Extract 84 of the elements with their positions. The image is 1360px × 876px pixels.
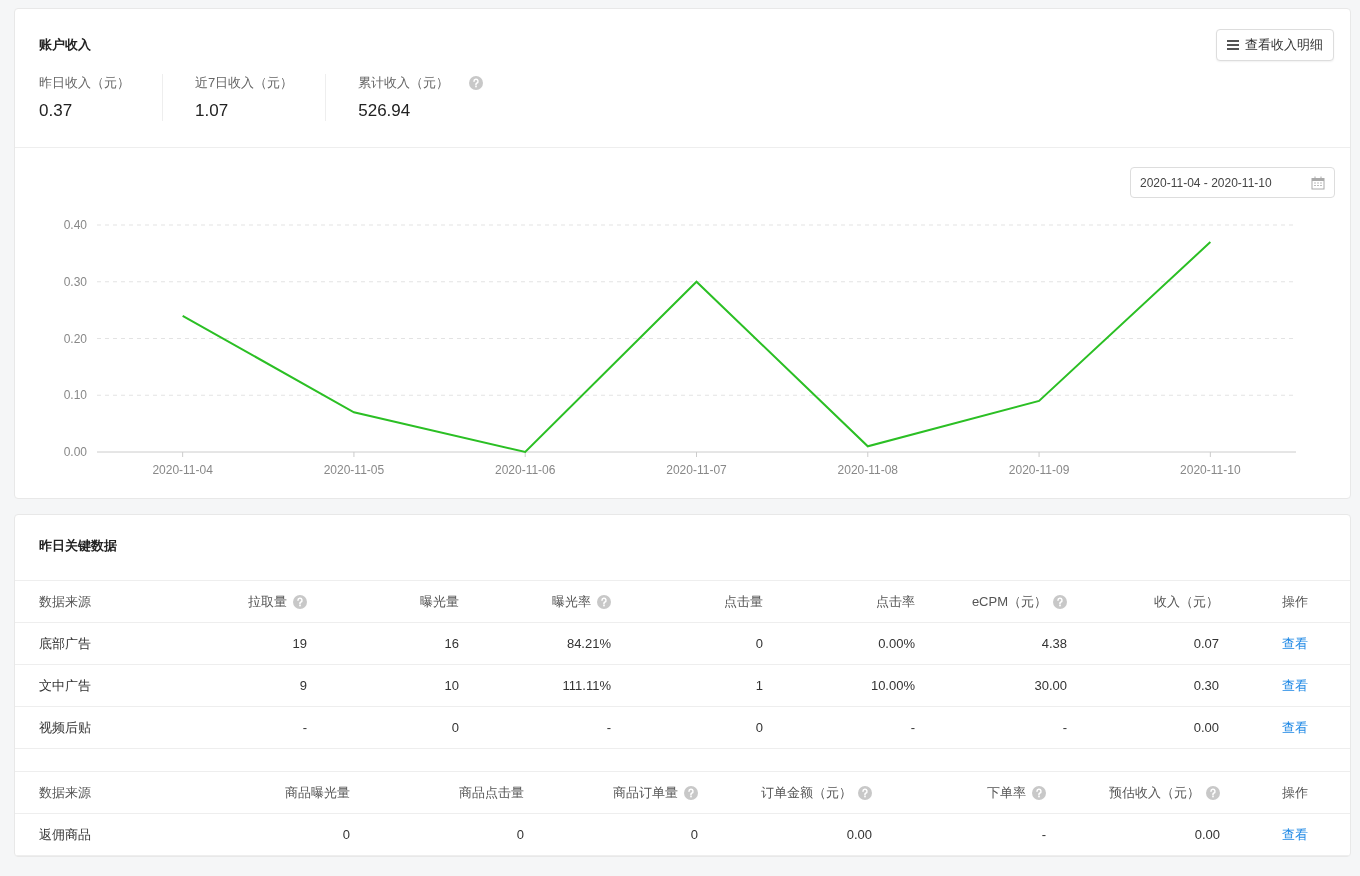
table-cell: 0 [342, 827, 350, 842]
table-cell: 0 [516, 827, 524, 842]
table-cell: - [302, 720, 307, 735]
view-link[interactable]: 查看 [1282, 825, 1308, 844]
table-cell: 30.00 [1034, 678, 1067, 693]
table-cell: 84.21% [566, 636, 611, 651]
column-header: 曝光量 [420, 592, 459, 611]
table-cell: 视频后贴 [39, 718, 91, 737]
help-icon[interactable] [858, 785, 872, 800]
table-cell: 底部广告 [39, 634, 91, 653]
table-cell: 0 [755, 636, 763, 651]
table-cell: 0.00 [846, 827, 872, 842]
x-axis-label: 2020-11-06 [494, 463, 556, 477]
column-header: 收入（元） [1154, 592, 1219, 611]
income-detail-button[interactable]: 查看收入明细 [1216, 29, 1334, 61]
column-header: 数据来源 [39, 592, 91, 611]
table-cell: 0.00% [878, 636, 915, 651]
column-header: 商品订单量 [613, 783, 678, 802]
column-header: 订单金额（元） [761, 783, 852, 802]
y-axis-label: 0.20 [63, 331, 87, 346]
column-header: 点击量 [724, 592, 763, 611]
y-axis-label: 0.10 [63, 388, 87, 403]
column-header: 下单率 [987, 783, 1026, 802]
table-cell: 0.30 [1193, 678, 1219, 693]
table-cell: 10.00% [870, 678, 915, 693]
column-header: 商品点击量 [459, 783, 524, 802]
card-title: 账户收入 [39, 36, 91, 54]
table-cell: 19 [292, 636, 307, 651]
x-axis-label: 2020-11-04 [152, 463, 213, 477]
table-cell: 9 [299, 678, 307, 693]
calendar-icon [1311, 175, 1325, 190]
stat-value: 0.37 [39, 101, 74, 121]
table-cell: 16 [444, 636, 459, 651]
y-axis-label: 0.00 [63, 445, 87, 459]
help-icon[interactable] [293, 594, 307, 609]
table-cell: 1 [755, 678, 763, 693]
table-cell: 0.07 [1193, 636, 1219, 651]
view-link[interactable]: 查看 [1281, 634, 1308, 653]
table-cell: 111.11% [562, 678, 611, 693]
table-cell: 0.00 [1193, 720, 1219, 735]
x-axis-label: 2020-11-09 [1008, 463, 1070, 477]
column-header: 操作 [1281, 592, 1308, 611]
table-cell: 0 [755, 720, 763, 735]
x-axis-label: 2020-11-07 [666, 463, 727, 477]
column-header: 商品曝光量 [285, 783, 350, 802]
column-header: 数据来源 [39, 783, 91, 802]
help-icon[interactable] [684, 785, 698, 800]
table-cell: 0.00 [1194, 827, 1220, 842]
table-cell: 返佣商品 [39, 825, 91, 844]
stat-label: 累计收入（元） [358, 74, 450, 92]
stat-value: 1.07 [195, 101, 230, 121]
stat-value: 526.94 [358, 101, 412, 121]
column-header: 拉取量 [248, 592, 287, 611]
menu-icon [1227, 40, 1239, 50]
table-cell: 0 [451, 720, 459, 735]
y-axis-label: 0.30 [63, 274, 87, 289]
help-icon[interactable] [469, 76, 484, 90]
x-axis-label: 2020-11-10 [1180, 463, 1241, 477]
column-header: eCPM（元） [971, 592, 1047, 611]
help-icon[interactable] [597, 594, 611, 609]
table-cell: 0 [690, 827, 698, 842]
x-axis-label: 2020-11-05 [323, 463, 385, 477]
column-header: 曝光率 [552, 592, 591, 611]
view-link[interactable]: 查看 [1281, 718, 1308, 737]
help-icon[interactable] [1053, 594, 1067, 609]
y-axis-label: 0.40 [63, 218, 87, 232]
stat-label: 昨日收入（元） [39, 74, 130, 92]
column-header: 预估收入（元） [1109, 783, 1200, 802]
stat-label: 近7日收入（元） [195, 74, 294, 92]
x-axis-label: 2020-11-08 [837, 463, 899, 477]
table-cell: 4.38 [1041, 636, 1067, 651]
table-cell: - [1062, 720, 1067, 735]
table-cell: 文中广告 [39, 676, 91, 695]
column-header: 操作 [1282, 783, 1308, 802]
table-cell: - [1041, 827, 1046, 842]
table-cell: 10 [444, 678, 459, 693]
help-icon[interactable] [1032, 785, 1046, 800]
table-cell: - [910, 720, 915, 735]
help-icon[interactable] [1206, 785, 1220, 800]
view-link[interactable]: 查看 [1281, 676, 1308, 695]
date-range-field[interactable]: 2020-11-04 - 2020-11-10 [1130, 167, 1335, 198]
card-title: 昨日关键数据 [15, 515, 1350, 581]
table-cell: - [606, 720, 611, 735]
column-header: 点击率 [876, 592, 915, 611]
